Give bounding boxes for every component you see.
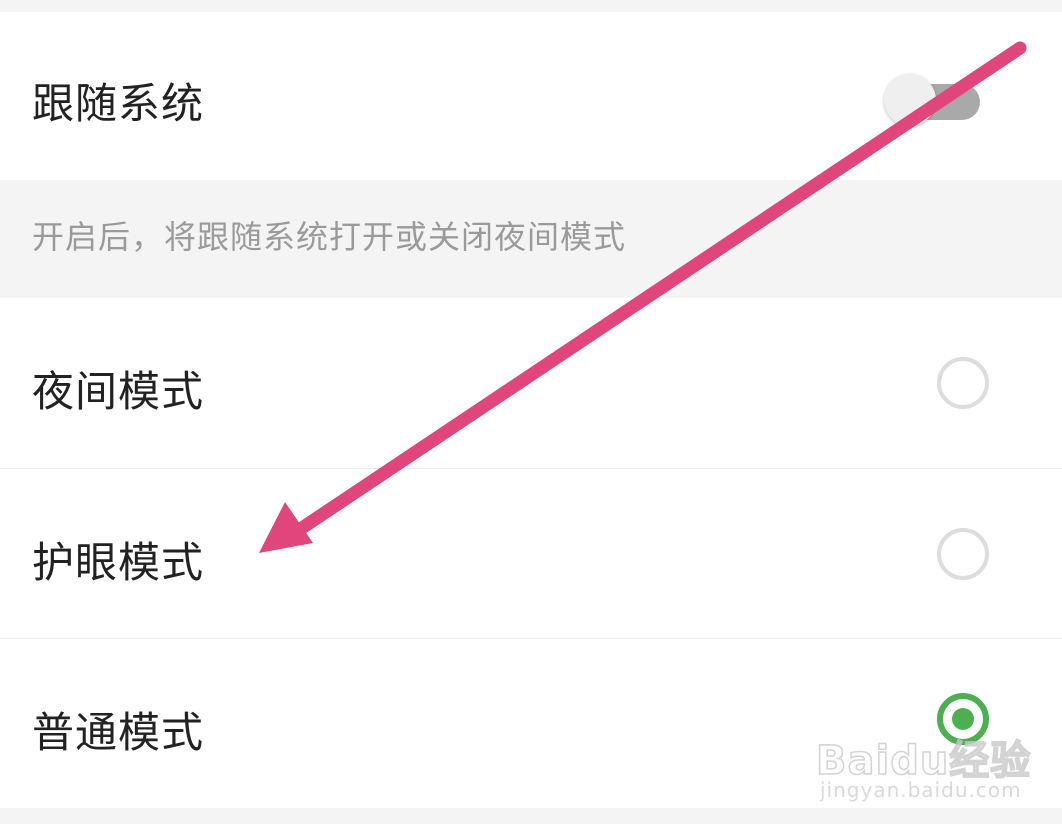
- night-mode-radio[interactable]: [937, 357, 989, 409]
- mode-label-night: 夜间模式: [32, 367, 205, 416]
- follow-system-hint: 开启后，将跟随系统打开或关闭夜间模式: [32, 218, 627, 256]
- mode-label-eye-care: 护眼模式: [32, 538, 205, 587]
- mode-row-eye-care[interactable]: 护眼模式: [0, 469, 1062, 638]
- mode-row-night[interactable]: 夜间模式: [0, 298, 1062, 468]
- follow-system-toggle[interactable]: [884, 74, 982, 126]
- baidu-jingyan-watermark: Baidu经验 jingyan.baidu.com: [812, 700, 1052, 810]
- watermark-domain: jingyan.baidu.com: [820, 778, 1022, 802]
- hint-section: 开启后，将跟随系统打开或关闭夜间模式: [0, 180, 1062, 298]
- bottom-strip: [0, 808, 1062, 824]
- mode-label-normal: 普通模式: [32, 708, 205, 757]
- follow-system-row[interactable]: 跟随系统: [0, 12, 1062, 180]
- top-strip: [0, 0, 1062, 12]
- follow-system-label: 跟随系统: [32, 79, 205, 128]
- settings-screen: 跟随系统 开启后，将跟随系统打开或关闭夜间模式 夜间模式 护眼模式 普通模式 B…: [0, 0, 1062, 824]
- toggle-knob: [884, 74, 936, 126]
- eye-care-mode-radio[interactable]: [937, 528, 989, 580]
